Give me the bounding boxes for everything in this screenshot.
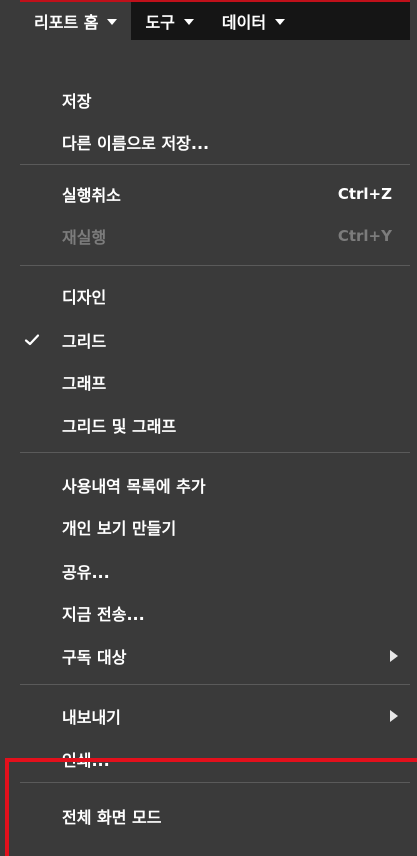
menu-item-create-personal-view[interactable]: 개인 보기 만들기	[20, 507, 410, 547]
menu-item-fullscreen-mode[interactable]: 전체 화면 모드	[20, 796, 410, 836]
screen: 리포트 홈 도구 데이터 저장 다른 이름으로 저장... 실행취소 Ctrl+…	[0, 0, 417, 856]
menu-item-add-to-history[interactable]: 사용내역 목록에 추가	[20, 465, 410, 505]
report-home-dropdown-menu: 저장 다른 이름으로 저장... 실행취소 Ctrl+Z 재실행 Ctrl+Y …	[20, 40, 410, 856]
menu-item-label: 다른 이름으로 저장...	[62, 134, 210, 153]
menu-item-label: 인쇄...	[62, 751, 110, 770]
tab-report-home[interactable]: 리포트 홈	[20, 2, 132, 40]
menu-item-label: 지금 전송...	[62, 605, 145, 624]
menu-item-print[interactable]: 인쇄...	[20, 739, 410, 779]
menu-item-subscribe-to[interactable]: 구독 대상	[20, 636, 410, 676]
menu-item-grid-and-graph[interactable]: 그리드 및 그래프	[20, 405, 410, 445]
chevron-down-icon	[183, 19, 194, 25]
chevron-down-icon	[107, 19, 118, 25]
shortcut-label: Ctrl+Z	[337, 185, 392, 203]
menu-separator	[20, 265, 410, 266]
menu-item-label: 저장	[62, 92, 92, 111]
menu-item-send-now[interactable]: 지금 전송...	[20, 593, 410, 633]
submenu-arrow-icon	[390, 650, 398, 662]
menu-item-label: 실행취소	[62, 186, 121, 205]
tab-report-home-label: 리포트 홈	[34, 13, 99, 32]
menu-separator	[20, 452, 410, 453]
menu-separator	[20, 684, 410, 685]
menu-item-label: 재실행	[62, 228, 107, 247]
tab-data[interactable]: 데이터	[208, 2, 299, 40]
shortcut-label: Ctrl+Y	[337, 227, 392, 245]
menu-item-share[interactable]: 공유...	[20, 551, 410, 591]
menu-item-graph[interactable]: 그래프	[20, 362, 410, 402]
submenu-arrow-icon	[390, 710, 398, 722]
menu-item-redo: 재실행 Ctrl+Y	[20, 216, 410, 256]
menu-item-label: 그리드 및 그래프	[62, 417, 177, 436]
menu-item-label: 개인 보기 만들기	[62, 519, 177, 538]
menu-item-label: 디자인	[62, 288, 107, 307]
tab-data-label: 데이터	[221, 13, 267, 32]
menu-separator	[20, 782, 410, 783]
menu-item-label: 내보내기	[62, 708, 121, 727]
chevron-down-icon	[275, 19, 286, 25]
menu-item-label: 구독 대상	[62, 648, 127, 667]
menu-item-label: 전체 화면 모드	[62, 808, 162, 827]
menu-item-save-as[interactable]: 다른 이름으로 저장...	[20, 122, 410, 162]
checkmark-icon	[24, 334, 40, 346]
tab-tools[interactable]: 도구	[131, 2, 207, 40]
menu-item-label: 그래프	[62, 374, 107, 393]
menu-item-label: 사용내역 목록에 추가	[62, 477, 206, 496]
menu-item-label: 공유...	[62, 563, 110, 582]
menu-item-save[interactable]: 저장	[20, 80, 410, 120]
menu-item-undo[interactable]: 실행취소 Ctrl+Z	[20, 174, 410, 214]
tab-tools-label: 도구	[145, 13, 175, 32]
menu-bar: 리포트 홈 도구 데이터	[20, 0, 410, 40]
menu-item-grid[interactable]: 그리드	[20, 320, 410, 360]
menu-item-label: 그리드	[62, 332, 107, 351]
menu-item-design[interactable]: 디자인	[20, 276, 410, 316]
menu-item-export[interactable]: 내보내기	[20, 696, 410, 736]
menu-separator	[20, 164, 410, 165]
